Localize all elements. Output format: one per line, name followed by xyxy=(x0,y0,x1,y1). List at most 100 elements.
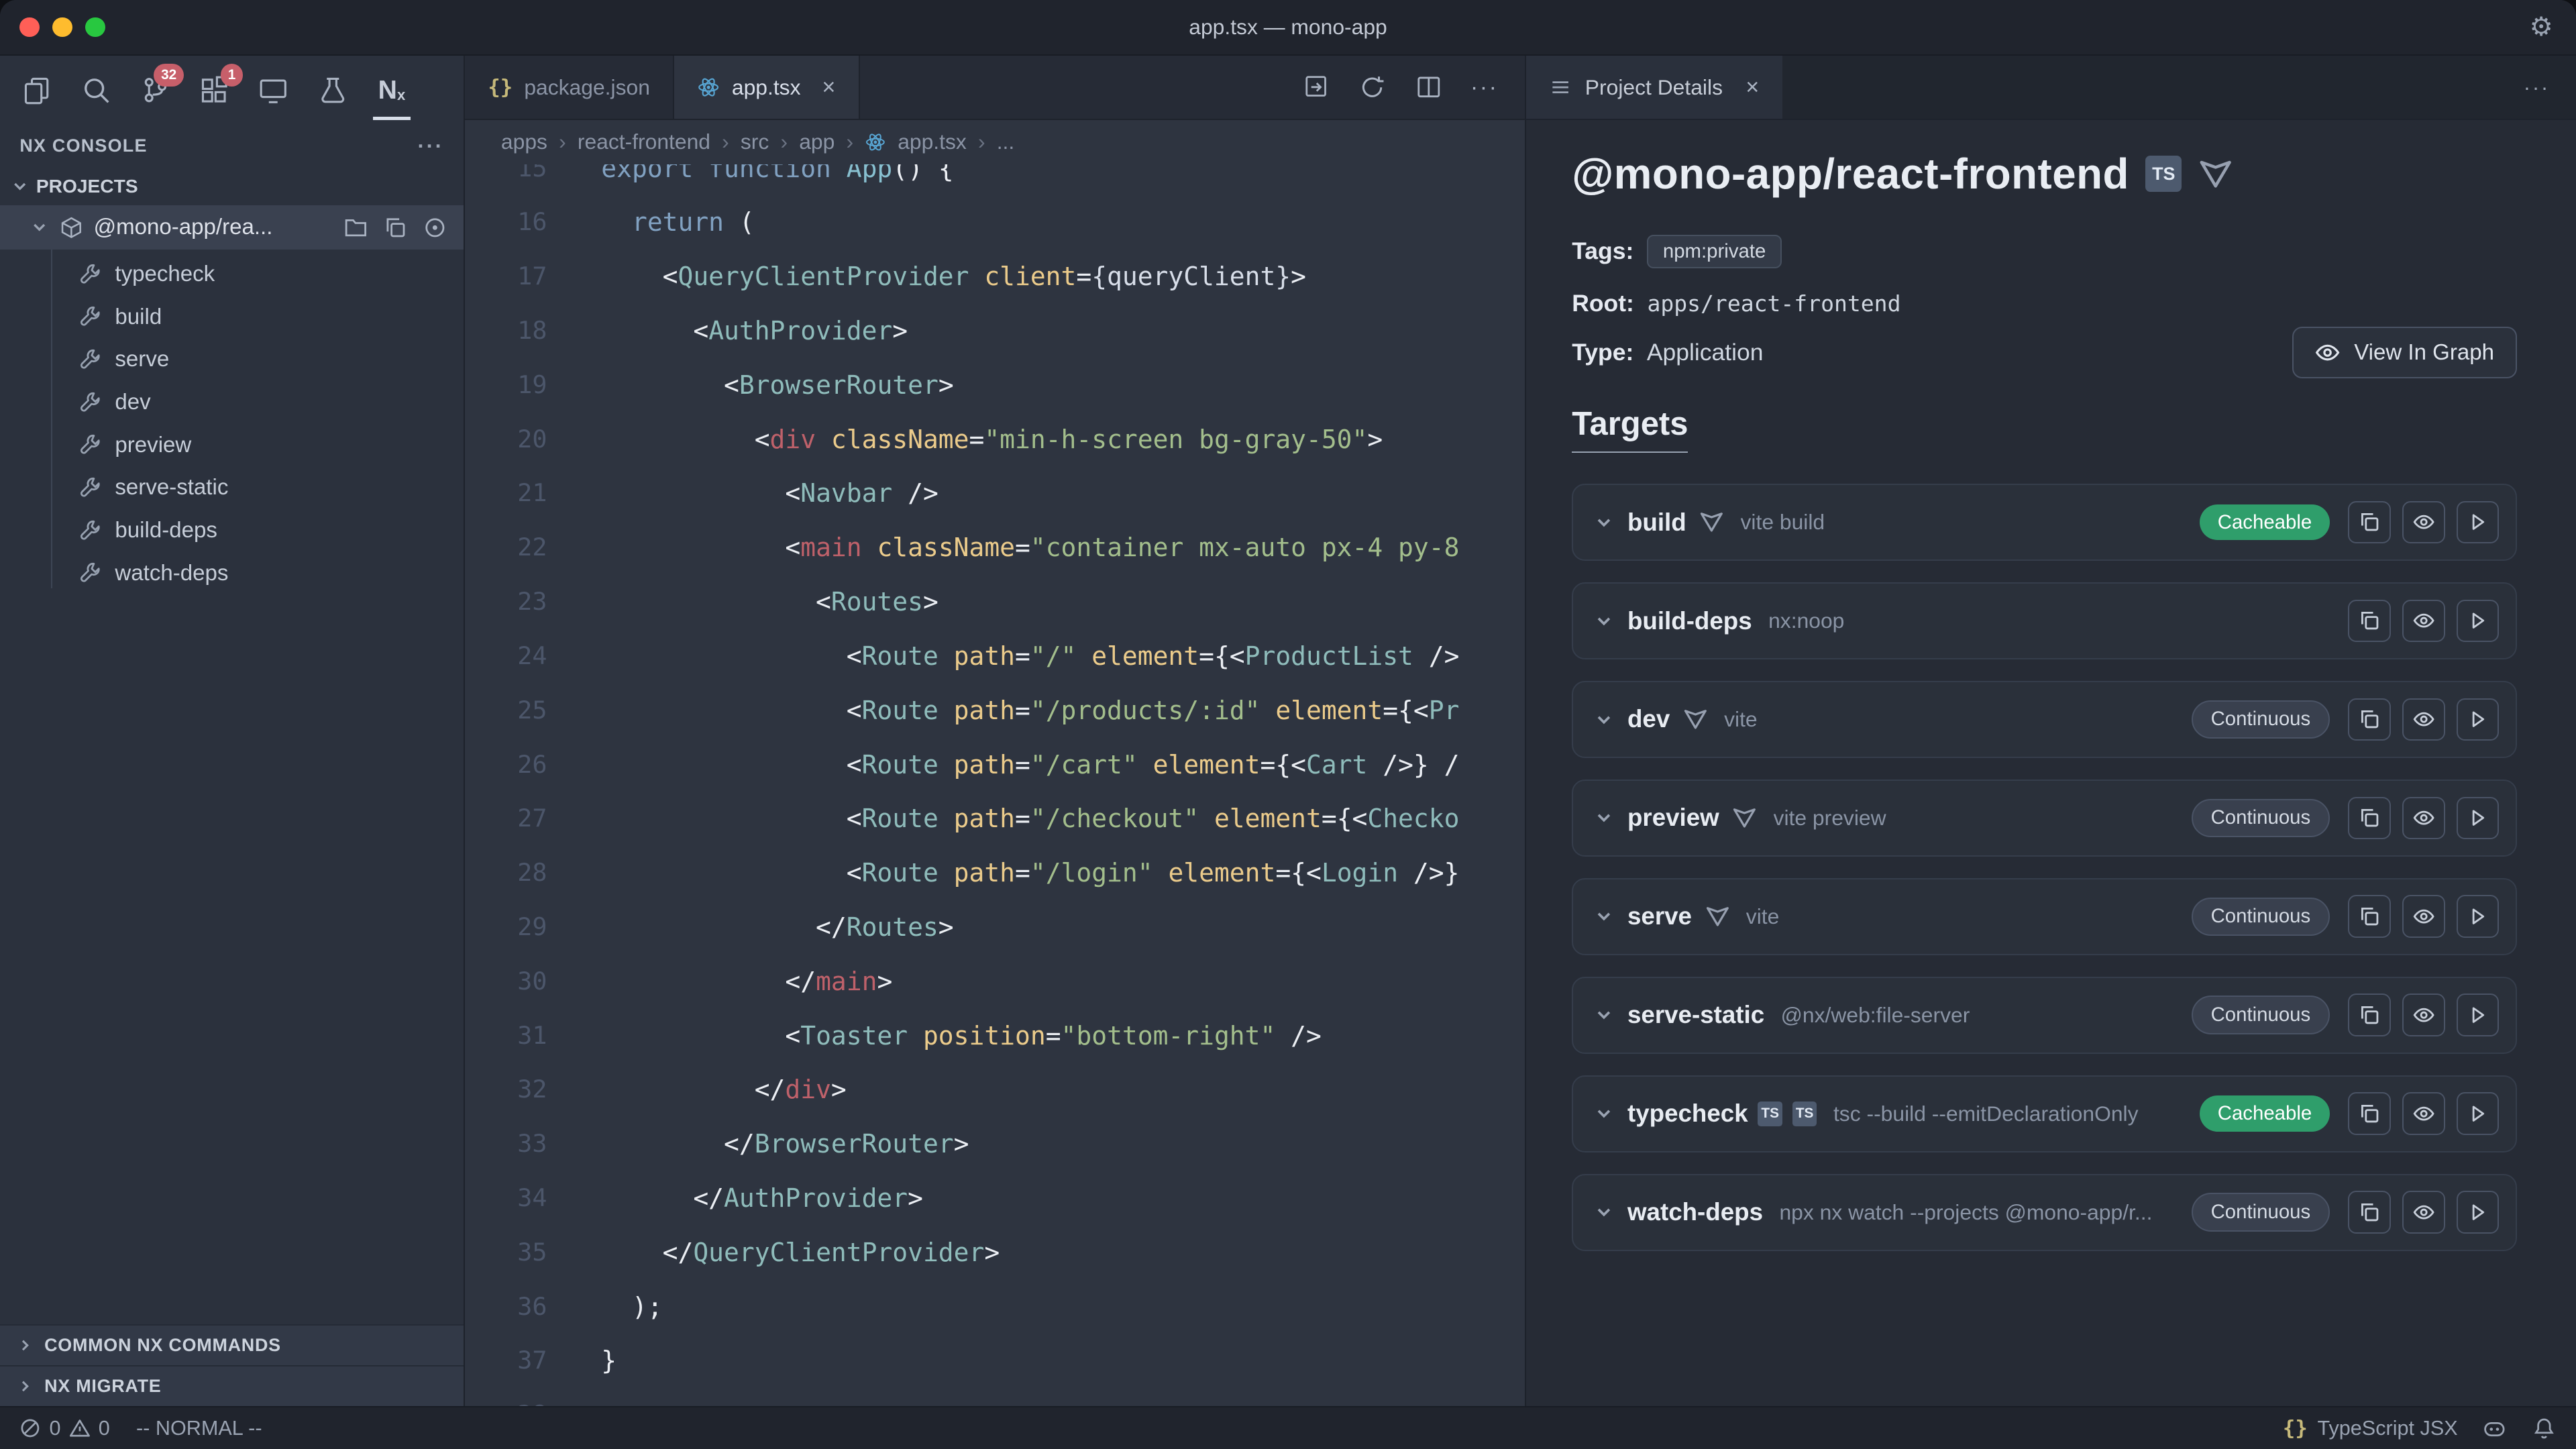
code-line[interactable]: 35 </QueryClientProvider> xyxy=(465,1226,1525,1280)
code-line[interactable]: 23 <Routes> xyxy=(465,575,1525,629)
sidebar-task-build[interactable]: build xyxy=(0,296,464,339)
tab-package-json[interactable]: {} package.json xyxy=(465,56,674,119)
run-task-button[interactable] xyxy=(2457,698,2500,741)
view-task-button[interactable] xyxy=(2402,501,2445,544)
breadcrumb-segment[interactable]: app.tsx xyxy=(898,129,967,154)
chevron-down-icon[interactable] xyxy=(1593,1201,1615,1223)
target-row-preview[interactable]: previewvite previewContinuous xyxy=(1572,780,2517,857)
run-task-button[interactable] xyxy=(2457,895,2500,938)
view-task-button[interactable] xyxy=(2402,698,2445,741)
view-task-button[interactable] xyxy=(2402,1092,2445,1135)
sidebar-task-watch-deps[interactable]: watch-deps xyxy=(0,552,464,595)
target-row-dev[interactable]: devviteContinuous xyxy=(1572,681,2517,758)
run-task-button[interactable] xyxy=(2457,797,2500,840)
code-line[interactable]: 22 <main className="container mx-auto px… xyxy=(465,521,1525,575)
more-actions-icon[interactable]: ··· xyxy=(1470,74,1499,101)
copy-task-button[interactable] xyxy=(2348,895,2391,938)
zoom-window-button[interactable] xyxy=(85,17,105,37)
code-line[interactable]: 20 <div className="min-h-screen bg-gray-… xyxy=(465,413,1525,467)
close-tab-icon[interactable]: × xyxy=(822,74,835,101)
target-row-build-deps[interactable]: build-depsnx:noop xyxy=(1572,582,2517,659)
code-line[interactable]: 34 </AuthProvider> xyxy=(465,1171,1525,1226)
notifications-bell-icon[interactable] xyxy=(2532,1416,2557,1441)
tab-app-tsx[interactable]: app.tsx × xyxy=(674,56,859,119)
tab-project-details[interactable]: Project Details × xyxy=(1526,56,1782,119)
code-line[interactable]: 25 <Route path="/products/:id" element={… xyxy=(465,684,1525,738)
sidebar-task-preview[interactable]: preview xyxy=(0,424,464,467)
code-line[interactable]: 15export function App() { xyxy=(465,164,1525,196)
chevron-down-icon[interactable] xyxy=(1593,906,1615,927)
sidebar-task-typecheck[interactable]: typecheck xyxy=(0,253,464,296)
chevron-down-icon[interactable] xyxy=(1593,610,1615,632)
target-row-watch-deps[interactable]: watch-depsnpx nx watch --projects @mono-… xyxy=(1572,1174,2517,1251)
code-line[interactable]: 24 <Route path="/" element={<ProductList… xyxy=(465,629,1525,684)
run-task-button[interactable] xyxy=(2457,1191,2500,1234)
code-line[interactable]: 29 </Routes> xyxy=(465,900,1525,955)
run-task-button[interactable] xyxy=(2457,994,2500,1036)
sidebar-task-build-deps[interactable]: build-deps xyxy=(0,509,464,552)
common-nx-commands-section[interactable]: COMMON NX COMMANDS xyxy=(0,1324,464,1365)
code-line[interactable]: 17 <QueryClientProvider client={queryCli… xyxy=(465,250,1525,304)
view-task-button[interactable] xyxy=(2402,600,2445,643)
code-line[interactable]: 37} xyxy=(465,1334,1525,1388)
code-line[interactable]: 33 </BrowserRouter> xyxy=(465,1117,1525,1171)
chevron-down-icon[interactable] xyxy=(1593,512,1615,533)
sidebar-more-icon[interactable]: ··· xyxy=(418,133,444,158)
extensions-icon[interactable]: 1 xyxy=(189,59,240,121)
search-icon[interactable] xyxy=(70,59,121,121)
graph-target-icon[interactable] xyxy=(423,215,447,240)
target-row-build[interactable]: buildvite buildCacheable xyxy=(1572,484,2517,561)
copy-task-button[interactable] xyxy=(2348,1191,2391,1234)
code-line[interactable]: 31 <Toaster position="bottom-right" /> xyxy=(465,1009,1525,1063)
run-task-button[interactable] xyxy=(2457,1092,2500,1135)
project-item[interactable]: @mono-app/rea... xyxy=(0,205,464,250)
code-line[interactable]: 28 <Route path="/login" element={<Login … xyxy=(465,846,1525,900)
code-line[interactable]: 19 <BrowserRouter> xyxy=(465,358,1525,413)
minimize-window-button[interactable] xyxy=(52,17,72,37)
view-in-graph-button[interactable]: View In Graph xyxy=(2292,327,2517,378)
view-task-button[interactable] xyxy=(2402,895,2445,938)
copilot-icon[interactable] xyxy=(2482,1416,2507,1441)
nx-migrate-section[interactable]: NX MIGRATE xyxy=(0,1365,464,1406)
refresh-icon[interactable] xyxy=(1358,73,1387,101)
copy-icon[interactable] xyxy=(383,215,408,240)
settings-gear-icon[interactable]: ⚙ xyxy=(2530,12,2576,42)
code-line[interactable]: 26 <Route path="/cart" element={<Cart />… xyxy=(465,738,1525,792)
code-line[interactable]: 36 ); xyxy=(465,1280,1525,1334)
target-row-serve-static[interactable]: serve-static@nx/web:file-serverContinuou… xyxy=(1572,977,2517,1054)
sidebar-task-serve[interactable]: serve xyxy=(0,338,464,381)
code-line[interactable]: 32 </div> xyxy=(465,1063,1525,1117)
nx-console-icon[interactable]: Nx xyxy=(366,59,417,121)
chevron-down-icon[interactable] xyxy=(1593,709,1615,731)
copy-task-button[interactable] xyxy=(2348,797,2391,840)
code-line[interactable]: 18 <AuthProvider> xyxy=(465,304,1525,358)
copy-task-button[interactable] xyxy=(2348,501,2391,544)
chevron-down-icon[interactable] xyxy=(1593,1103,1615,1124)
view-task-button[interactable] xyxy=(2402,994,2445,1036)
copy-task-button[interactable] xyxy=(2348,994,2391,1036)
remote-explorer-icon[interactable] xyxy=(248,59,299,121)
code-editor[interactable]: 15export function App() {16 return (17 <… xyxy=(465,164,1525,1406)
code-line[interactable]: 27 <Route path="/checkout" element={<Che… xyxy=(465,792,1525,846)
run-task-button[interactable] xyxy=(2457,600,2500,643)
breadcrumb-segment[interactable]: app xyxy=(799,129,835,154)
close-window-button[interactable] xyxy=(19,17,39,37)
projects-section[interactable]: PROJECTS xyxy=(0,168,464,205)
view-task-button[interactable] xyxy=(2402,797,2445,840)
target-row-typecheck[interactable]: typecheckTSTStsc --build --emitDeclarati… xyxy=(1572,1075,2517,1152)
vim-mode-indicator[interactable]: -- NORMAL -- xyxy=(136,1417,262,1440)
breadcrumb-segment[interactable]: ... xyxy=(997,129,1015,154)
chevron-down-icon[interactable] xyxy=(1593,807,1615,828)
view-task-button[interactable] xyxy=(2402,1191,2445,1234)
code-line[interactable]: 21 <Navbar /> xyxy=(465,466,1525,521)
code-line[interactable]: 16 return ( xyxy=(465,195,1525,250)
run-task-button[interactable] xyxy=(2457,501,2500,544)
breadcrumb-segment[interactable]: src xyxy=(741,129,769,154)
code-line[interactable]: 30 </main> xyxy=(465,955,1525,1009)
breadcrumb-segment[interactable]: apps xyxy=(501,129,547,154)
close-panel-icon[interactable]: × xyxy=(1746,74,1759,101)
sidebar-task-dev[interactable]: dev xyxy=(0,381,464,424)
folder-icon[interactable] xyxy=(343,215,368,240)
copy-task-button[interactable] xyxy=(2348,600,2391,643)
explorer-icon[interactable] xyxy=(11,59,62,121)
